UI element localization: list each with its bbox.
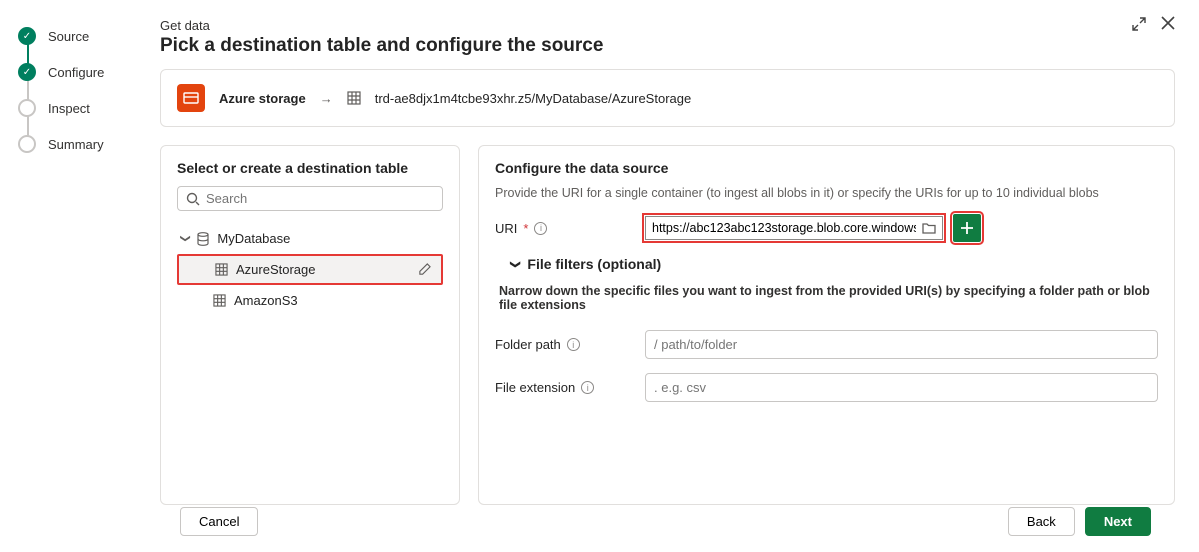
chevron-down-icon: ❯ <box>180 234 191 242</box>
configure-title: Configure the data source <box>495 160 1158 176</box>
check-icon: ✓ <box>18 27 36 45</box>
step-label: Configure <box>48 65 104 80</box>
required-indicator: * <box>523 221 528 236</box>
cancel-button[interactable]: Cancel <box>180 507 258 536</box>
info-icon[interactable]: i <box>581 381 594 394</box>
tree-table-amazons3[interactable]: AmazonS3 <box>177 287 443 314</box>
filters-description: Narrow down the specific files you want … <box>499 284 1158 312</box>
search-icon <box>186 192 200 206</box>
folder-path-input[interactable] <box>645 330 1158 359</box>
tree-table-azurestorage[interactable]: AzureStorage <box>177 254 443 285</box>
step-label: Source <box>48 29 89 44</box>
database-icon <box>197 232 209 246</box>
file-extension-label: File extension <box>495 380 575 395</box>
uri-label: URI <box>495 221 517 236</box>
table-label: AzureStorage <box>236 262 316 277</box>
database-label: MyDatabase <box>217 231 290 246</box>
expand-icon[interactable] <box>1131 16 1147 32</box>
destination-panel: Select or create a destination table ❯ M… <box>160 145 460 505</box>
page-title: Pick a destination table and configure t… <box>160 35 1175 57</box>
grid-icon <box>347 91 361 105</box>
check-icon: ✓ <box>18 63 36 81</box>
close-icon[interactable] <box>1161 16 1175 32</box>
info-icon[interactable]: i <box>567 338 580 351</box>
filters-title: File filters (optional) <box>527 256 661 272</box>
plus-icon <box>960 221 974 235</box>
circle-icon <box>18 99 36 117</box>
step-label: Inspect <box>48 101 90 116</box>
grid-icon <box>213 294 226 307</box>
folder-icon[interactable] <box>922 222 936 234</box>
add-uri-button[interactable] <box>953 214 981 242</box>
table-tree: ❯ MyDatabase AzureStorage <box>177 225 443 314</box>
table-label: AmazonS3 <box>234 293 298 308</box>
azure-storage-icon <box>177 84 205 112</box>
edit-icon[interactable] <box>418 263 431 276</box>
back-button[interactable]: Back <box>1008 507 1075 536</box>
file-filters-toggle[interactable]: ❯ File filters (optional) <box>511 256 1158 272</box>
uri-text[interactable] <box>652 221 916 235</box>
chevron-down-icon: ❯ <box>510 260 521 268</box>
search-input[interactable] <box>177 186 443 211</box>
step-inspect[interactable]: Inspect <box>18 90 130 126</box>
footer: Cancel Back Next <box>160 493 1175 552</box>
tree-database[interactable]: ❯ MyDatabase <box>177 225 443 252</box>
destination-title: Select or create a destination table <box>177 160 443 176</box>
wizard-stepper: ✓ Source ✓ Configure Inspect Summary <box>0 0 140 552</box>
circle-icon <box>18 135 36 153</box>
main-content: Get data Pick a destination table and co… <box>140 0 1199 552</box>
step-source[interactable]: ✓ Source <box>18 18 130 54</box>
next-button[interactable]: Next <box>1085 507 1151 536</box>
step-label: Summary <box>48 137 104 152</box>
info-icon[interactable]: i <box>534 222 547 235</box>
step-configure[interactable]: ✓ Configure <box>18 54 130 90</box>
search-field[interactable] <box>206 191 434 206</box>
grid-icon <box>215 263 228 276</box>
folder-path-label: Folder path <box>495 337 561 352</box>
uri-input[interactable] <box>645 216 943 240</box>
step-summary[interactable]: Summary <box>18 126 130 162</box>
page-category: Get data <box>160 18 1175 33</box>
file-extension-input[interactable] <box>645 373 1158 402</box>
breadcrumb: Azure storage → trd-ae8djx1m4tcbe93xhr.z… <box>160 69 1175 127</box>
source-name: Azure storage <box>219 91 306 106</box>
configure-subtitle: Provide the URI for a single container (… <box>495 186 1158 200</box>
destination-path: trd-ae8djx1m4tcbe93xhr.z5/MyDatabase/Azu… <box>375 91 692 106</box>
configure-panel: Configure the data source Provide the UR… <box>478 145 1175 505</box>
arrow-right-icon: → <box>320 91 333 106</box>
